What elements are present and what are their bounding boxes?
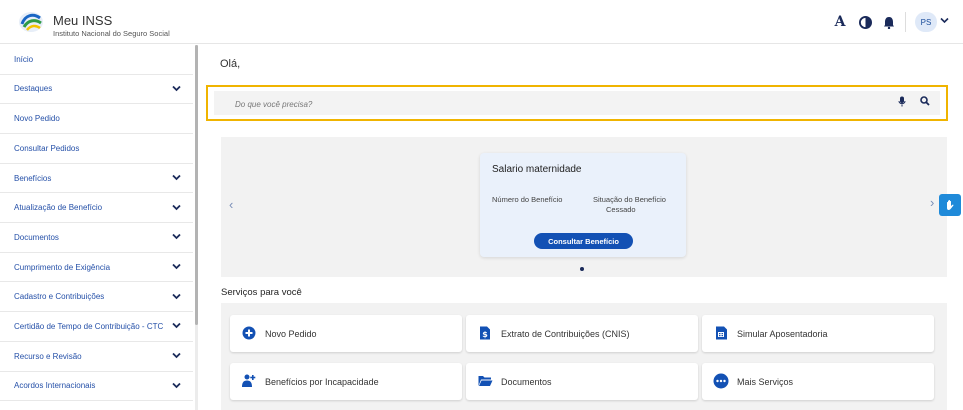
benefit-status-label: Situação do Benefício: [593, 195, 666, 204]
benefit-status-value: Cessado: [606, 205, 636, 214]
contrast-icon[interactable]: [857, 14, 873, 30]
service-label: Novo Pedido: [265, 329, 317, 339]
service-label: Extrato de Contribuições (CNIS): [501, 329, 630, 339]
app-title: Meu INSS: [53, 13, 113, 28]
sidebar-item-label: Recurso e Revisão: [14, 351, 82, 361]
search-icon[interactable]: [920, 96, 930, 106]
chevron-down-icon[interactable]: [172, 352, 181, 359]
sidebar-item-label: Novo Pedido: [14, 114, 60, 124]
font-size-icon[interactable]: A: [832, 14, 848, 30]
microphone-icon[interactable]: [898, 96, 906, 107]
inss-logo-icon[interactable]: [18, 10, 44, 34]
sidebar-item[interactable]: Benefícios: [0, 164, 193, 194]
sidebar-item[interactable]: Cumprimento de Exigência: [0, 253, 193, 283]
plus-circle-icon: [241, 325, 257, 341]
service-novo-pedido[interactable]: Novo Pedido: [230, 315, 462, 352]
service-label: Simular Aposentadoria: [737, 329, 828, 339]
sidebar-item[interactable]: Atualização de Benefício: [0, 194, 193, 223]
sidebar-item[interactable]: Novo Pedido: [0, 104, 193, 134]
service-label: Mais Serviços: [737, 377, 794, 387]
benefit-card-title: Salario maternidade: [492, 164, 582, 175]
sidebar-item-label: Atualização de Benefício: [14, 203, 103, 213]
sidebar-item-label: Destaques: [14, 84, 53, 94]
carousel-next-icon[interactable]: ›: [930, 195, 934, 210]
sidebar-item[interactable]: Acordos Internacionais: [0, 372, 193, 402]
consult-benefit-button[interactable]: Consultar Benefício: [534, 233, 633, 249]
service-simular-aposentadoria[interactable]: Simular Aposentadoria: [702, 315, 934, 352]
top-header: Meu INSS Instituto Nacional do Seguro So…: [0, 0, 963, 44]
sidebar-item-label: Cumprimento de Exigência: [14, 262, 111, 272]
greeting: Olá,: [220, 58, 241, 70]
service-mais-servicos[interactable]: Mais Serviços: [702, 363, 934, 400]
benefit-number-label: Número do Benefício: [492, 195, 563, 204]
sidebar-item[interactable]: Certidão de Tempo de Contribuição - CTC: [0, 312, 193, 342]
chevron-down-icon[interactable]: [172, 382, 181, 389]
service-extrato-cnis[interactable]: $ Extrato de Contribuições (CNIS): [466, 315, 698, 352]
benefit-card: Salario maternidade Número do Benefício …: [480, 153, 686, 257]
sidebar-item-label: Benefícios: [14, 173, 52, 183]
chevron-down-icon[interactable]: [172, 204, 181, 211]
sidebar-item[interactable]: Documentos: [0, 223, 193, 253]
search-box[interactable]: Do que você precisa?: [206, 85, 948, 121]
benefits-carousel: ‹ Salario maternidade Número do Benefíci…: [221, 137, 947, 277]
header-divider: [905, 12, 906, 32]
chevron-down-icon[interactable]: [172, 263, 181, 270]
sidebar-item-label: Acordos Internacionais: [14, 381, 96, 391]
carousel-dot[interactable]: [580, 267, 584, 271]
sidebar-item-label: Consultar Pedidos: [14, 143, 80, 153]
svg-text:$: $: [482, 330, 488, 339]
sidebar-item-label: Certidão de Tempo de Contribuição - CTC: [14, 322, 164, 332]
person-medical-icon: [241, 373, 257, 389]
sidebar-item[interactable]: Consultar Pedidos: [0, 134, 193, 164]
carousel-prev-icon[interactable]: ‹: [229, 197, 233, 212]
service-label: Benefícios por Incapacidade: [265, 377, 379, 387]
app-subtitle: Instituto Nacional do Seguro Social: [53, 29, 170, 38]
sidebar-item[interactable]: Recurso e Revisão: [0, 342, 193, 372]
services-title: Serviços para você: [221, 287, 302, 298]
chevron-down-icon[interactable]: [172, 233, 181, 240]
more-dots-icon: [713, 373, 729, 389]
chevron-down-icon[interactable]: [172, 85, 181, 92]
chevron-down-icon[interactable]: [172, 174, 181, 181]
folder-open-icon: [477, 373, 493, 389]
chevron-down-icon[interactable]: [172, 293, 181, 300]
service-label: Documentos: [501, 377, 552, 387]
service-documentos[interactable]: Documentos: [466, 363, 698, 400]
sidebar-item[interactable]: Destaques: [0, 75, 193, 105]
avatar[interactable]: PS: [915, 12, 937, 32]
sidebar-item-label: Cadastro e Contribuições: [14, 292, 105, 302]
calculator-document-icon: [713, 325, 729, 341]
service-beneficios-incapacidade[interactable]: Benefícios por Incapacidade: [230, 363, 462, 400]
search-placeholder: Do que você precisa?: [235, 100, 313, 109]
sidebar: Início Destaques Novo Pedido Consultar Pedi…: [0, 45, 198, 410]
document-dollar-icon: $: [477, 325, 493, 341]
sidebar-item-label: Início: [14, 54, 34, 64]
sidebar-item[interactable]: Cadastro e Contribuições: [0, 283, 193, 313]
app: Meu INSS Instituto Nacional do Seguro So…: [0, 0, 963, 410]
accessibility-hand-icon[interactable]: [939, 194, 961, 216]
chevron-down-icon[interactable]: [940, 17, 949, 24]
bell-icon[interactable]: [881, 14, 897, 30]
chevron-down-icon[interactable]: [172, 322, 181, 329]
search-input[interactable]: [214, 91, 940, 115]
sidebar-item[interactable]: Início: [0, 45, 193, 75]
sidebar-item-label: Documentos: [14, 232, 59, 242]
sidebar-scrollbar[interactable]: [195, 45, 198, 325]
